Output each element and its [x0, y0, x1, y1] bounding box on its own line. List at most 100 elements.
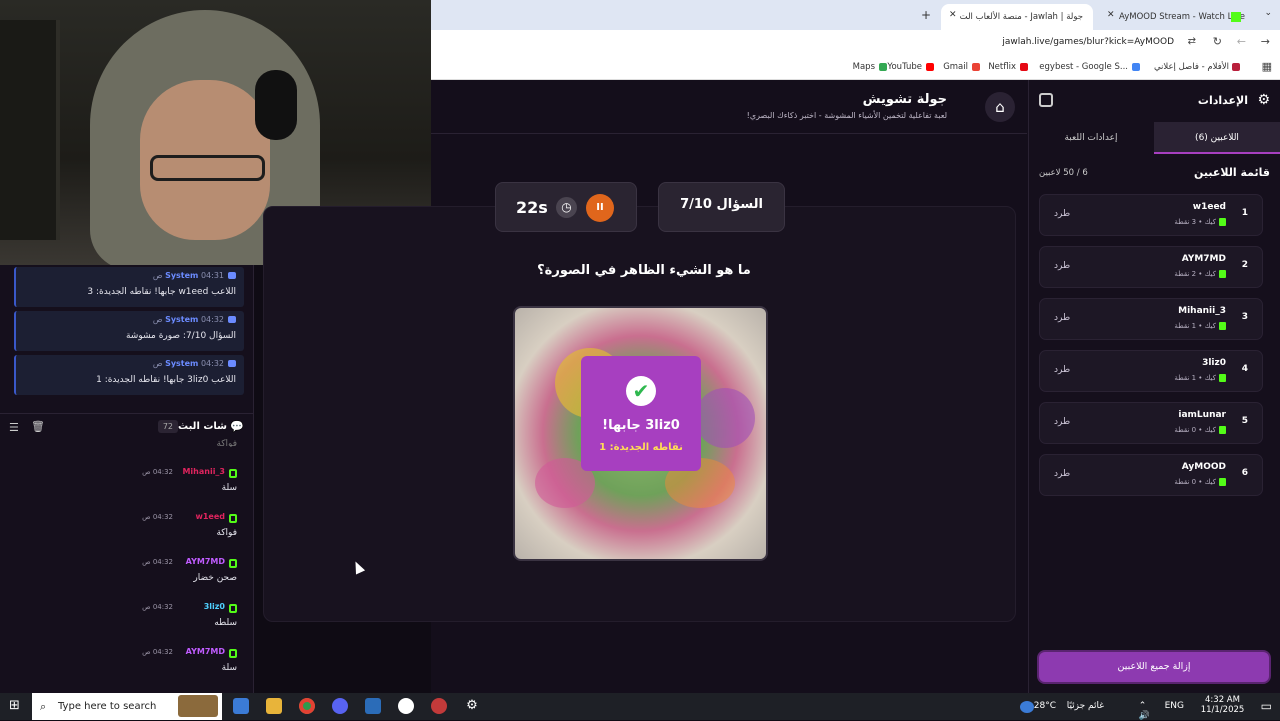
tray-icons[interactable]: ⌃ 🔊: [1139, 701, 1150, 721]
kick-icon: [1219, 426, 1226, 434]
date-text: 11/1/2025: [1200, 705, 1245, 715]
obs-icon[interactable]: [398, 698, 414, 714]
chat-text: فواكة: [216, 528, 237, 538]
chat-username[interactable]: AYM7MD: [186, 647, 225, 656]
apps-icon[interactable]: ▦: [1262, 60, 1272, 73]
back-icon[interactable]: ←: [1237, 35, 1246, 48]
game-header: ⌂ جولة تشويش لعبة تفاعلية لتخمين الأشياء…: [431, 80, 1027, 134]
chat-username[interactable]: Mihanii_3: [182, 467, 225, 476]
clock[interactable]: 4:32 AM 11/1/2025: [1195, 695, 1250, 715]
partial-message: فواكة: [216, 439, 237, 447]
system-icon: [228, 272, 236, 279]
bison-search-highlight: [178, 695, 218, 717]
question-text: ما هو الشيء الظاهر في الصورة؟: [537, 263, 751, 278]
search-placeholder: Type here to search: [58, 701, 157, 712]
player-rank: 4: [1241, 364, 1248, 374]
chat-header: ☰ 🗑 72 شات البث 💬: [0, 413, 254, 439]
question-counter: السؤال 7/10: [680, 197, 763, 212]
url-field[interactable]: jawlah.live/games/blur?kick=AyMOOD: [1002, 37, 1174, 47]
panel-title: الإعدادات: [1197, 94, 1248, 107]
player-name: AyMOOD: [1181, 462, 1226, 472]
chrome-icon[interactable]: [299, 698, 315, 714]
chat-message: AYM7MD 04:32 ص صحن خضار: [19, 555, 239, 595]
player-points: كيك • 2 نقطة: [1174, 270, 1216, 278]
pause-button[interactable]: II: [586, 194, 614, 222]
tab-jawlah[interactable]: ✕ جولة | Jawlah - منصة الألعاب الت: [941, 4, 1093, 30]
site-settings-icon[interactable]: ⇄: [1188, 36, 1196, 47]
tab-game-settings[interactable]: إعدادات اللعبة: [1028, 122, 1154, 154]
kick-icon: [229, 514, 237, 523]
bookmark-label: Netflix: [988, 62, 1016, 72]
bookmark[interactable]: YouTube: [887, 62, 934, 72]
remove-all-players-button[interactable]: إزالة جميع اللاعبين: [1039, 652, 1269, 682]
chat-username[interactable]: AYM7MD: [186, 557, 225, 566]
taskbar-search[interactable]: ⌕ Type here to search: [32, 693, 222, 720]
player-points: كيك • 0 نقطة: [1174, 426, 1216, 434]
bookmark[interactable]: egybest - Google S...: [1039, 62, 1140, 72]
bookmark[interactable]: Gmail: [943, 62, 980, 72]
bookmark-icon: [972, 62, 980, 71]
trash-icon[interactable]: 🗑: [31, 420, 45, 433]
kick-player-button[interactable]: طرد: [1054, 469, 1070, 479]
forward-icon[interactable]: →: [1261, 35, 1270, 48]
copilot-icon[interactable]: [233, 698, 249, 714]
kick-icon: [229, 649, 237, 658]
tab-players[interactable]: اللاعبين (6): [1154, 122, 1280, 154]
reload-icon[interactable]: ↻: [1213, 35, 1222, 48]
chevron-down-icon[interactable]: ⌄: [1264, 8, 1272, 18]
notifications-icon[interactable]: ▭: [1261, 699, 1272, 713]
bookmark-icon: [1020, 62, 1028, 71]
game-title: جولة تشويش: [862, 92, 947, 107]
message-time: 04:32 ص: [142, 648, 173, 656]
system-text: اللاعب w1eed جابها! نقاطه الجديدة: 3: [87, 287, 236, 297]
language-indicator[interactable]: ENG: [1165, 701, 1184, 711]
players-count: 6 / 50 لاعبين: [1039, 168, 1088, 178]
kick-player-button[interactable]: طرد: [1054, 209, 1070, 219]
bookmark[interactable]: Netflix: [988, 62, 1028, 72]
kick-player-button[interactable]: طرد: [1054, 417, 1070, 427]
kick-player-button[interactable]: طرد: [1054, 313, 1070, 323]
chat-username[interactable]: 3liz0: [204, 602, 225, 611]
bookmark[interactable]: الأفلام - فاصل إعلاني: [1154, 62, 1240, 72]
kick-icon: [1219, 270, 1226, 278]
bookmark[interactable]: Maps: [853, 62, 887, 72]
question-counter-box: السؤال 7/10: [658, 182, 785, 232]
collapse-panel-icon[interactable]: [1039, 93, 1053, 107]
kick-icon: [1219, 218, 1226, 226]
list-icon[interactable]: ☰: [9, 421, 19, 434]
chat-message: Mihanii_3 04:32 ص سلة: [19, 465, 239, 505]
kick-player-button[interactable]: طرد: [1054, 261, 1070, 271]
new-tab-icon[interactable]: +: [921, 8, 931, 22]
player-row: 4 3liz0 كيك • 1 نقطة طرد: [1039, 350, 1263, 392]
blurred-image: ✔ 3liz0 جابها! نقاطه الجديدة: 1: [513, 306, 768, 561]
streamer-glasses: [150, 155, 265, 181]
kick-icon: [1219, 478, 1226, 486]
gear-icon: ⚙: [1257, 92, 1270, 108]
home-button[interactable]: ⌂: [985, 92, 1015, 122]
streamer-headset: [255, 70, 297, 140]
windows-start-icon[interactable]: ⊞: [9, 698, 20, 713]
clock-icon: ◷: [556, 197, 577, 218]
messenger-icon[interactable]: [332, 698, 348, 714]
game-app: ⌂ جولة تشويش لعبة تفاعلية لتخمين الأشياء…: [263, 80, 1280, 693]
recording-app-icon[interactable]: [431, 698, 447, 714]
system-icon: [228, 360, 236, 367]
players-heading: قائمة اللاعبين: [1194, 166, 1270, 179]
chat-username[interactable]: w1eed: [195, 512, 225, 521]
close-icon[interactable]: ✕: [949, 10, 957, 20]
kick-player-button[interactable]: طرد: [1054, 365, 1070, 375]
bookmark-label: الأفلام - فاصل إعلاني: [1153, 62, 1229, 72]
close-icon[interactable]: ✕: [1107, 10, 1115, 20]
correct-answer-popup: ✔ 3liz0 جابها! نقاطه الجديدة: 1: [581, 356, 701, 471]
system-text: السؤال 7/10: صورة مشوشة: [125, 331, 236, 341]
player-name: Mihanii_3: [1178, 306, 1226, 316]
player-rank: 6: [1241, 468, 1248, 478]
tab-aymood[interactable]: ✕ AyMOOD Stream - Watch Live: [1101, 4, 1251, 30]
system-sender: System: [165, 271, 199, 280]
settings-gear-icon[interactable]: ⚙: [464, 698, 480, 714]
player-rank: 3: [1241, 312, 1248, 322]
player-rank: 2: [1241, 260, 1248, 270]
app-window-icon[interactable]: [365, 698, 381, 714]
file-explorer-icon[interactable]: [266, 698, 282, 714]
weather-temp: 28°C: [1033, 701, 1056, 711]
